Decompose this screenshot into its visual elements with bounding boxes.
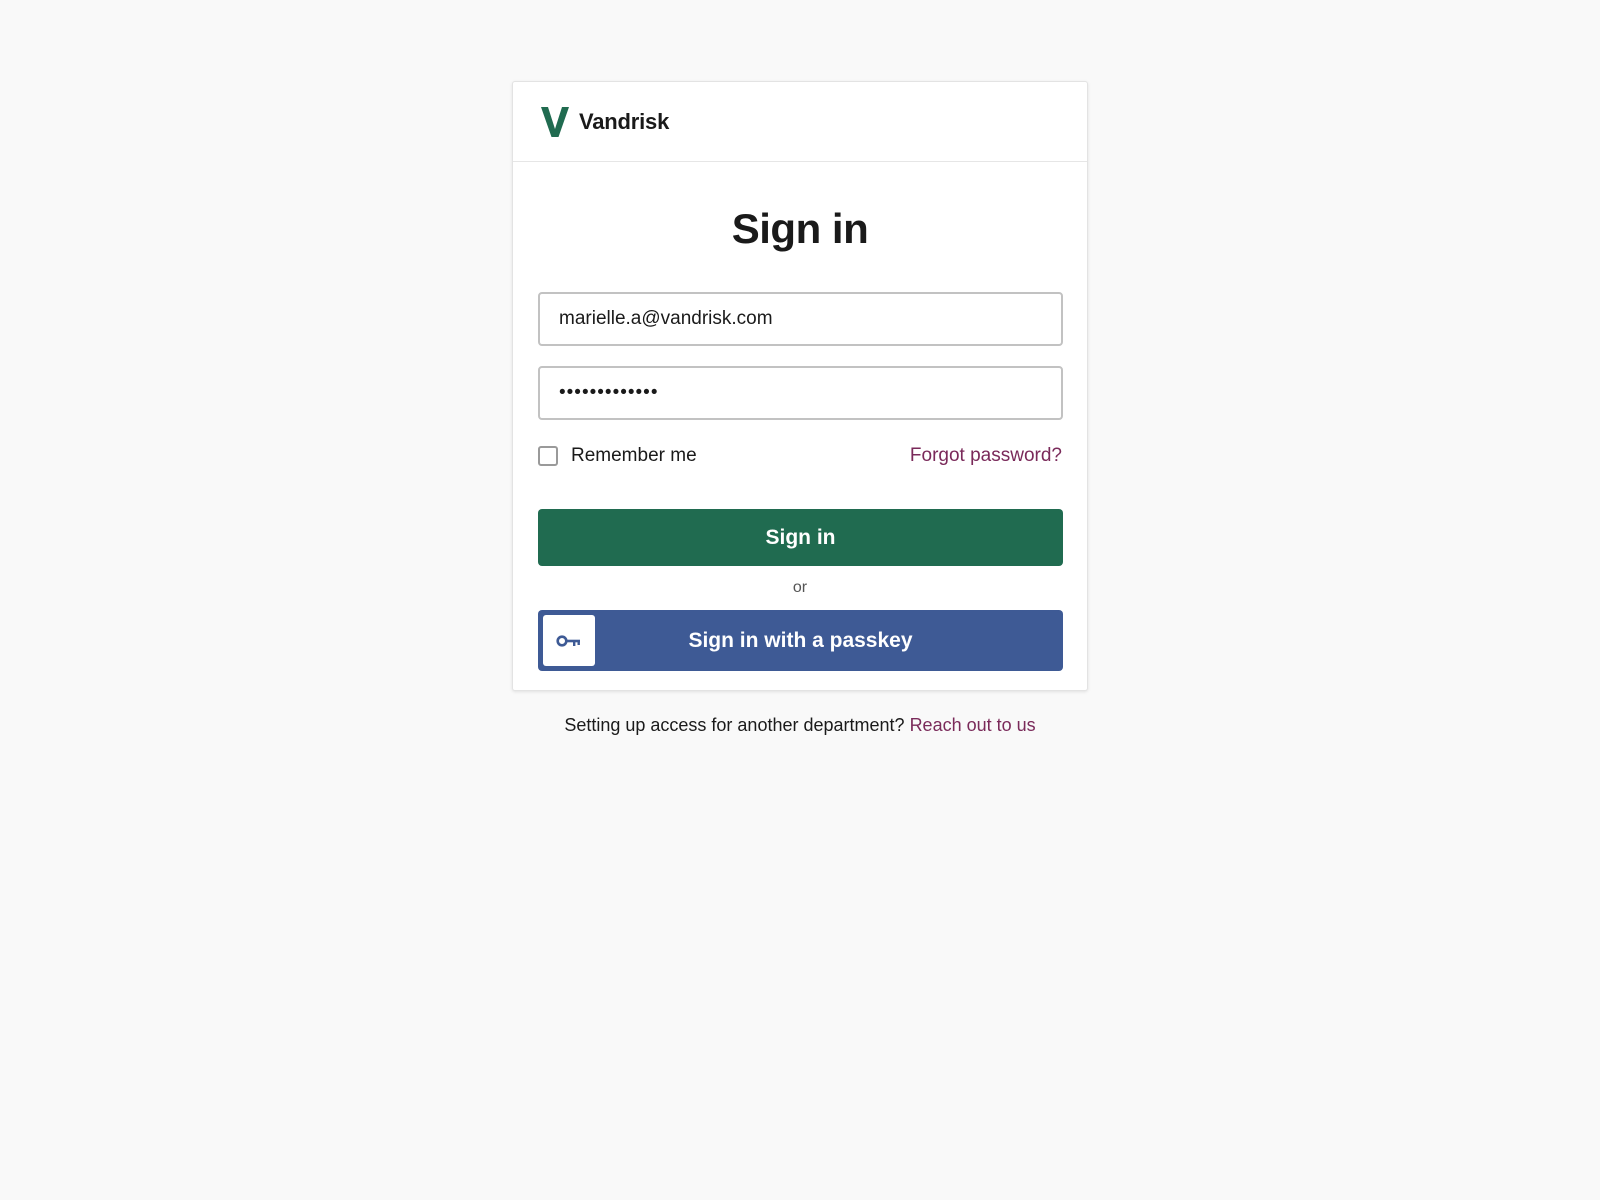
key-icon bbox=[543, 615, 595, 666]
forgot-password-link[interactable]: Forgot password? bbox=[910, 445, 1062, 467]
card-header: Vandrisk bbox=[513, 82, 1087, 162]
page: Vandrisk Sign in Remember me Forgot pass… bbox=[0, 0, 1600, 1200]
v-logo-icon bbox=[539, 105, 571, 139]
passkey-sign-in-button[interactable]: Sign in with a passkey bbox=[538, 610, 1063, 671]
remember-me-checkbox[interactable] bbox=[538, 446, 558, 466]
email-field[interactable] bbox=[538, 292, 1063, 346]
sign-in-button[interactable]: Sign in bbox=[538, 509, 1063, 566]
remember-me-label: Remember me bbox=[571, 445, 697, 466]
reach-out-link[interactable]: Reach out to us bbox=[910, 715, 1036, 735]
remember-me[interactable]: Remember me bbox=[538, 445, 697, 467]
password-field[interactable] bbox=[538, 366, 1063, 420]
sign-in-card: Vandrisk Sign in Remember me Forgot pass… bbox=[512, 81, 1088, 691]
or-divider: or bbox=[792, 579, 808, 596]
page-title: Sign in bbox=[731, 205, 869, 252]
card-body: Sign in Remember me Forgot password? Sig… bbox=[513, 204, 1087, 671]
options-row: Remember me Forgot password? bbox=[538, 444, 1062, 468]
footer-note: Setting up access for another department… bbox=[0, 711, 1600, 739]
footer-text: Setting up access for another department… bbox=[564, 715, 905, 735]
passkey-button-label: Sign in with a passkey bbox=[688, 629, 913, 652]
brand-name: Vandrisk bbox=[579, 108, 670, 134]
